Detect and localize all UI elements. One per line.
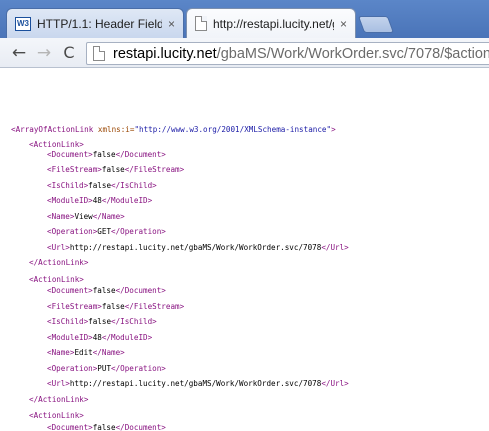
xml-tag: <ArrayOfActionLink xyxy=(11,125,94,134)
xml-actionlink-open: <ActionLink> xyxy=(29,275,84,284)
url-text[interactable]: restapi.lucity.net/gbaMS/Work/WorkOrder.… xyxy=(113,46,489,62)
xml-attr-value: "http://www.w3.org/2001/XMLSchema-instan… xyxy=(134,125,332,134)
tab-title: HTTP/1.1: Header Field Dc xyxy=(37,16,162,31)
tab-strip: W3 HTTP/1.1: Header Field Dc × http://re… xyxy=(0,0,489,38)
tab-restapi[interactable]: http://restapi.lucity.net/gl × xyxy=(186,8,356,38)
address-bar[interactable]: restapi.lucity.net/gbaMS/Work/WorkOrder.… xyxy=(86,42,489,65)
xml-field-line: <Operation>PUT</Operation> xyxy=(47,364,166,373)
xml-actionlink-close: </ActionLink> xyxy=(29,258,89,267)
xml-tag: > xyxy=(331,125,336,134)
close-icon[interactable]: × xyxy=(340,17,347,31)
xml-field-line: <Document>false</Document> xyxy=(47,150,166,159)
w3-icon: W3 xyxy=(15,16,31,31)
xml-field-line: <FileStream>false</FileStream> xyxy=(47,302,185,311)
xml-field-line: <Operation>GET</Operation> xyxy=(47,227,166,236)
xml-field-line: <Url>http://restapi.lucity.net/gbaMS/Wor… xyxy=(47,379,349,388)
forward-button[interactable]: → xyxy=(33,42,55,64)
url-host: restapi.lucity.net xyxy=(113,45,217,62)
page-icon xyxy=(93,46,105,61)
new-tab-button[interactable] xyxy=(357,16,395,33)
tab-http-header-fields[interactable]: W3 HTTP/1.1: Header Field Dc × xyxy=(6,8,184,38)
xml-field-line: <ModuleID>48</ModuleID> xyxy=(47,196,153,205)
xml-field-line: <Url>http://restapi.lucity.net/gbaMS/Wor… xyxy=(47,243,349,252)
xml-actionlink-open: <ActionLink> xyxy=(29,140,84,149)
xml-root-open: <ArrayOfActionLink xmlns:i="http://www.w… xyxy=(11,125,336,134)
xml-field-line: <Name>Edit</Name> xyxy=(47,348,125,357)
back-button[interactable]: ← xyxy=(8,42,30,64)
close-icon[interactable]: × xyxy=(168,17,175,31)
xml-actionlink-open: <ActionLink> xyxy=(29,411,84,420)
url-path: /gbaMS/Work/WorkOrder.svc/7078/$action xyxy=(216,45,489,62)
xml-attr-name: xmlns:i xyxy=(97,125,130,134)
xml-field-line: <Document>false</Document> xyxy=(47,423,166,431)
xml-field-line: <Document>false</Document> xyxy=(47,286,166,295)
xml-actionlink-close: </ActionLink> xyxy=(29,395,89,404)
tab-title: http://restapi.lucity.net/gl xyxy=(213,16,334,31)
reload-button[interactable]: C xyxy=(58,42,80,64)
page-icon xyxy=(195,16,207,31)
xml-field-line: <IsChild>false</IsChild> xyxy=(47,181,157,190)
xml-field-line: <ModuleID>48</ModuleID> xyxy=(47,333,153,342)
xml-field-line: <IsChild>false</IsChild> xyxy=(47,317,157,326)
xml-field-line: <Name>View</Name> xyxy=(47,212,125,221)
xml-field-line: <FileStream>false</FileStream> xyxy=(47,165,185,174)
browser-toolbar: ← → C restapi.lucity.net/gbaMS/Work/Work… xyxy=(0,38,489,68)
xml-viewer: <ArrayOfActionLink xmlns:i="http://www.w… xyxy=(0,69,489,431)
